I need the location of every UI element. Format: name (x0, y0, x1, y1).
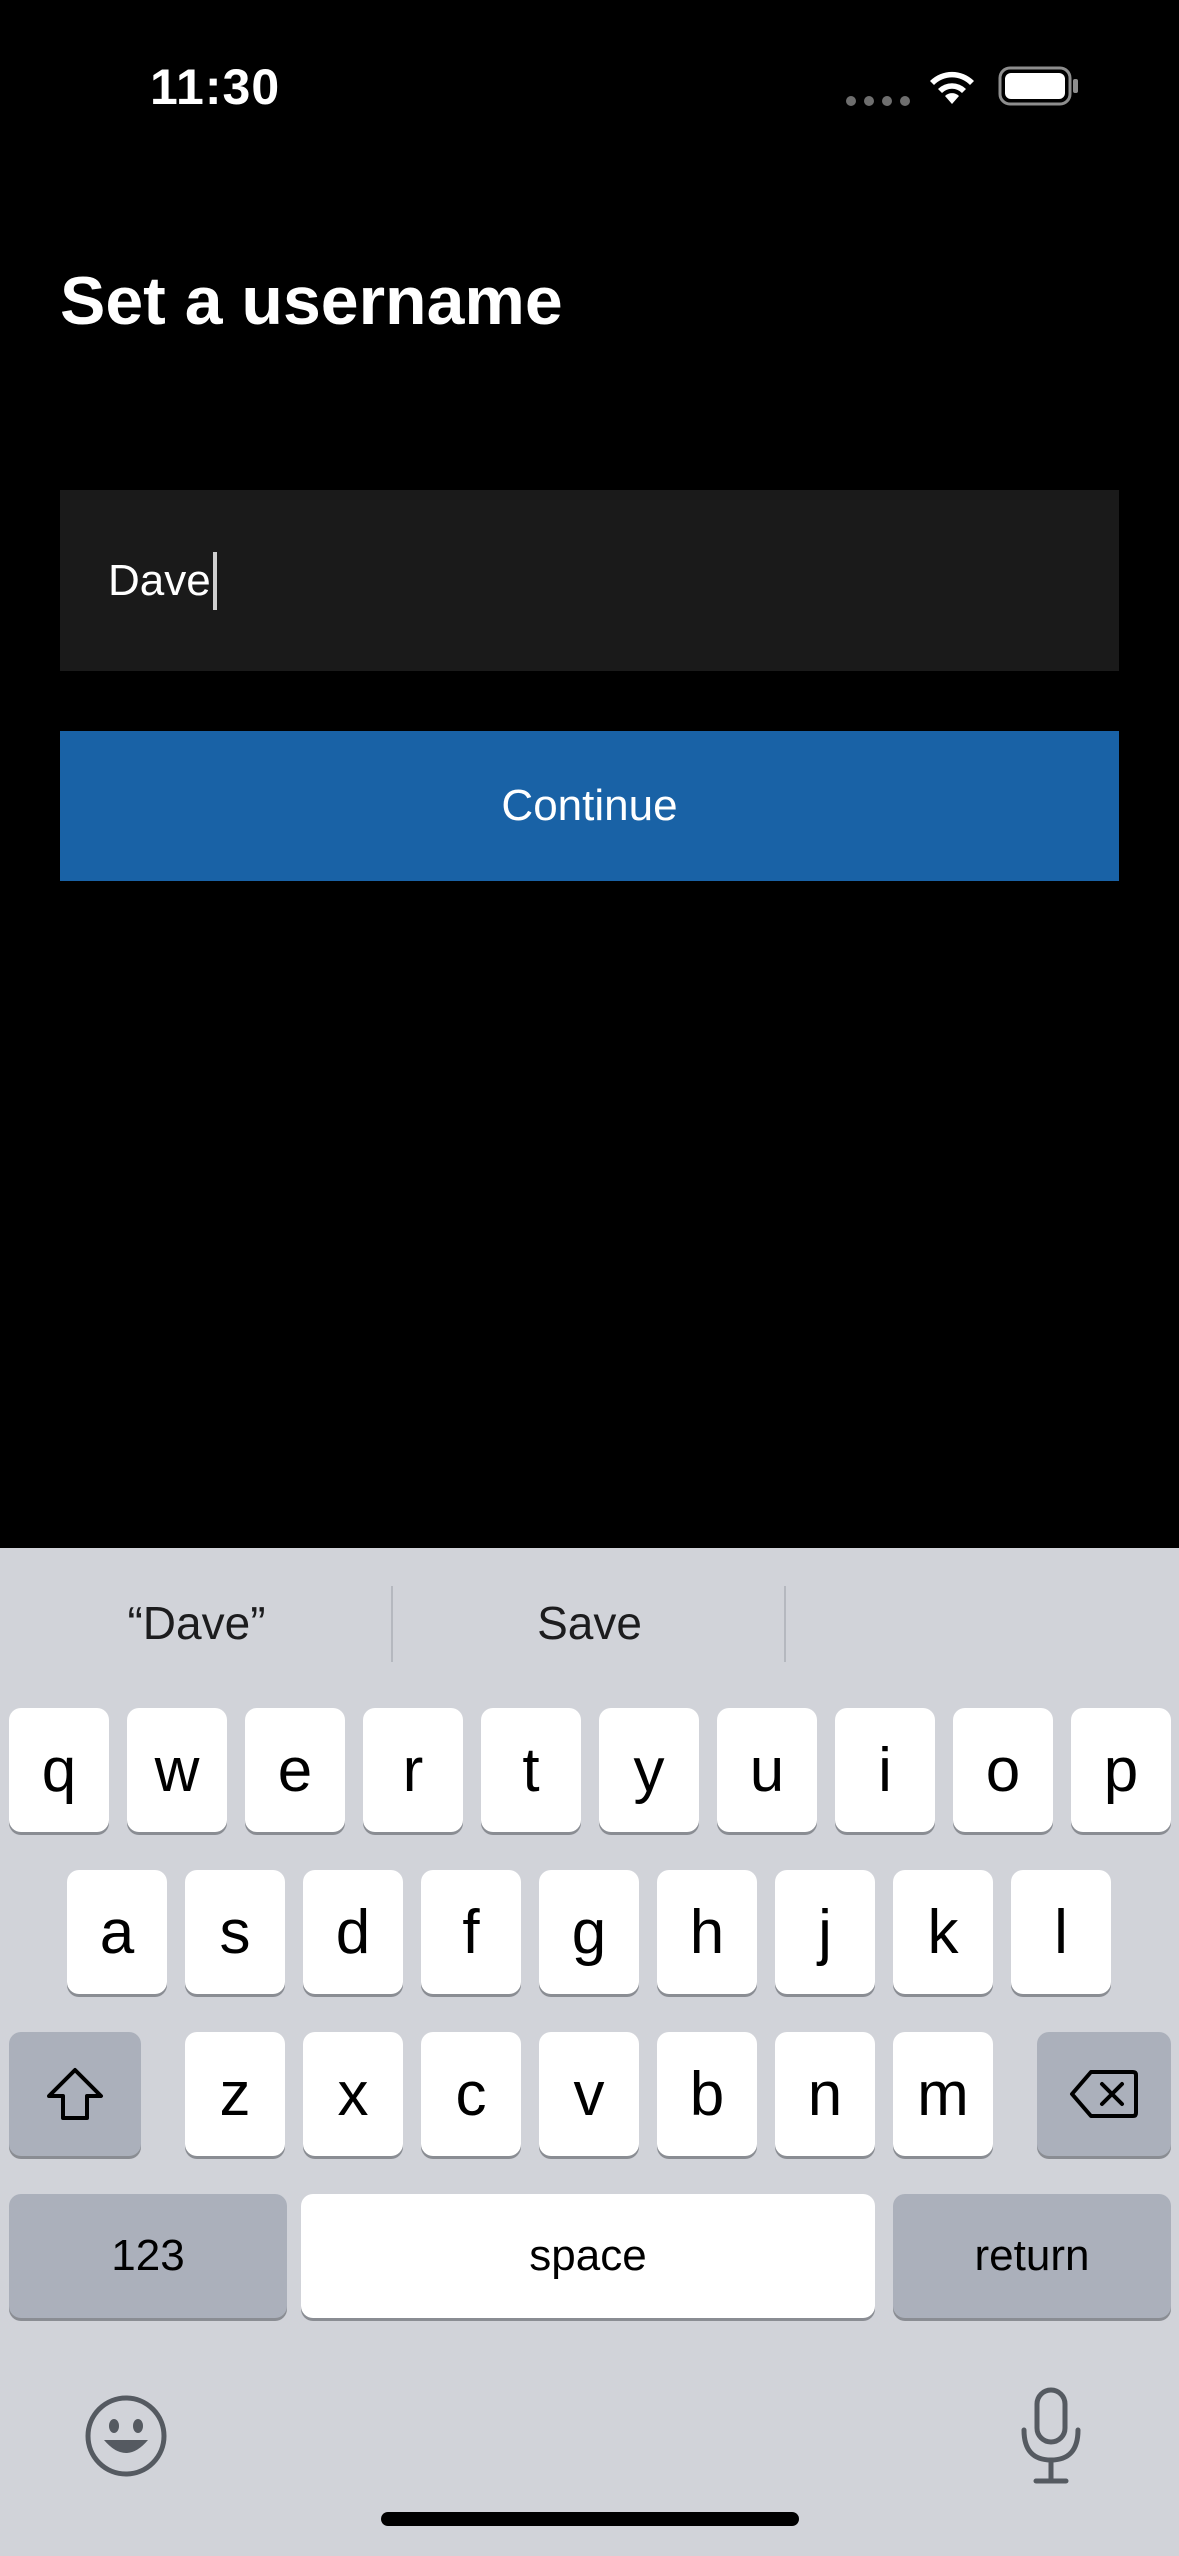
battery-icon (998, 66, 1078, 106)
key-v[interactable]: v (539, 2032, 639, 2156)
key-c[interactable]: c (421, 2032, 521, 2156)
key-l[interactable]: l (1011, 1870, 1111, 1994)
status-time: 11:30 (150, 59, 281, 115)
username-input[interactable]: Dave (60, 490, 1119, 671)
key-d[interactable]: d (303, 1870, 403, 1994)
emoji-icon[interactable] (84, 2394, 168, 2478)
suggestion-1[interactable]: “Dave” (0, 1548, 393, 1698)
key-w[interactable]: w (127, 1708, 227, 1832)
suggestion-3[interactable] (786, 1548, 1179, 1698)
key-h[interactable]: h (657, 1870, 757, 1994)
key-s[interactable]: s (185, 1870, 285, 1994)
key-k[interactable]: k (893, 1870, 993, 1994)
username-value: Dave (108, 552, 217, 610)
key-b[interactable]: b (657, 2032, 757, 2156)
key-o[interactable]: o (953, 1708, 1053, 1832)
key-y[interactable]: y (599, 1708, 699, 1832)
suggestion-2[interactable]: Save (393, 1548, 786, 1698)
key-f[interactable]: f (421, 1870, 521, 1994)
key-t[interactable]: t (481, 1708, 581, 1832)
key-e[interactable]: e (245, 1708, 345, 1832)
key-p[interactable]: p (1071, 1708, 1171, 1832)
backspace-icon (1070, 2070, 1138, 2118)
return-key[interactable]: return (893, 2194, 1171, 2318)
key-i[interactable]: i (835, 1708, 935, 1832)
suggestion-bar: “Dave” Save (0, 1548, 1179, 1698)
key-u[interactable]: u (717, 1708, 817, 1832)
continue-button[interactable]: Continue (60, 731, 1119, 881)
text-caret (212, 552, 217, 610)
status-bar: 11:30 (0, 0, 1179, 160)
space-key[interactable]: space (301, 2194, 875, 2318)
page-title: Set a username (60, 263, 563, 339)
backspace-key[interactable] (1037, 2032, 1171, 2156)
wifi-icon (930, 71, 974, 104)
key-r[interactable]: r (363, 1708, 463, 1832)
signal-dots-icon (846, 96, 910, 106)
key-q[interactable]: q (9, 1708, 109, 1832)
home-indicator[interactable] (381, 2512, 799, 2526)
key-g[interactable]: g (539, 1870, 639, 1994)
key-a[interactable]: a (67, 1870, 167, 1994)
key-m[interactable]: m (893, 2032, 993, 2156)
key-x[interactable]: x (303, 2032, 403, 2156)
key-z[interactable]: z (185, 2032, 285, 2156)
keyboard: “Dave” Save q w e r t y u i o p a s d f … (0, 1548, 1179, 2556)
microphone-icon[interactable] (1014, 2386, 1088, 2486)
key-j[interactable]: j (775, 1870, 875, 1994)
username-text: Dave (108, 556, 211, 605)
numbers-key[interactable]: 123 (9, 2194, 287, 2318)
shift-key[interactable] (9, 2032, 141, 2156)
key-n[interactable]: n (775, 2032, 875, 2156)
shift-icon (47, 2068, 103, 2120)
